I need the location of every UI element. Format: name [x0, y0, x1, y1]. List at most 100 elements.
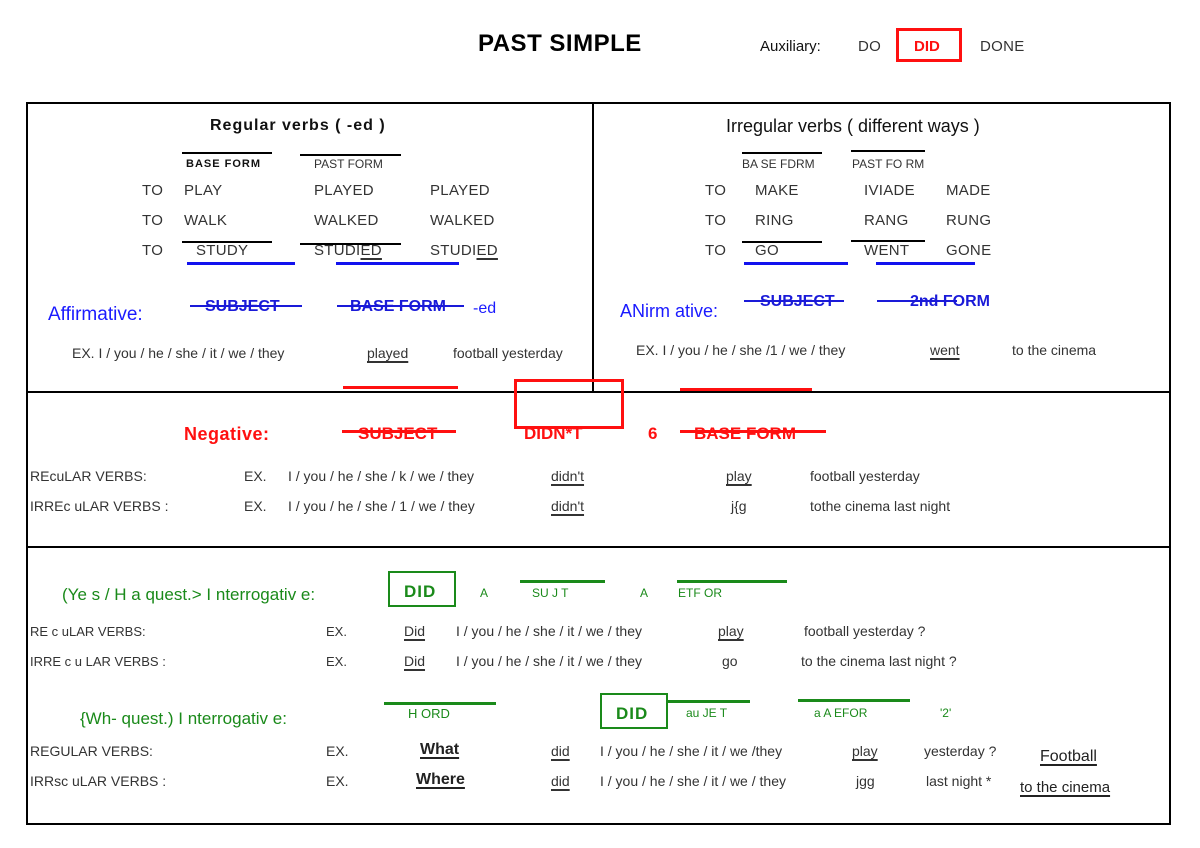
example-verb: played — [367, 345, 409, 361]
subject-overline — [520, 580, 605, 583]
past-form-overline — [300, 154, 401, 156]
rest: tothe cinema last night — [810, 498, 951, 514]
plus-2: A — [640, 586, 649, 600]
base-form-strike — [680, 430, 826, 433]
ex-label: EX. — [244, 498, 267, 514]
aux-verb: Did — [404, 653, 426, 669]
affirmative-label: Affirmative: — [48, 304, 143, 325]
negative-label: Negative: — [184, 424, 270, 444]
main-verb: play — [852, 743, 878, 759]
subject-slot: SU J T — [532, 586, 569, 600]
ex-label: EX. — [244, 468, 267, 484]
wh-word: What — [420, 741, 460, 758]
didnt-highlight-box — [514, 379, 624, 429]
base-verb: PLAY — [184, 182, 223, 199]
past-form-overline — [851, 150, 925, 152]
to-label: TO — [705, 212, 727, 229]
past-verb: STUDIED — [314, 242, 382, 259]
base-verb: WALK — [184, 212, 228, 229]
ex-label: EX. — [326, 654, 347, 669]
ex-label: EX. — [326, 624, 347, 639]
past-verb: IVIADE — [864, 182, 915, 199]
subjects: I / you / he / she / it / we /they — [600, 743, 783, 759]
regular-heading: Regular verbs ( -ed ) — [210, 117, 386, 134]
ex-label: EX. — [326, 743, 349, 759]
form-overline — [677, 580, 787, 583]
participle-verb: STUDIED — [430, 242, 498, 259]
subject-overline — [666, 700, 750, 703]
row-label: IRREc uLAR VERBS : — [30, 498, 169, 514]
main-verb: j{g — [731, 498, 747, 514]
yes-no-label: (Ye s / H a quest.> I nterrogativ e: — [62, 585, 316, 604]
page-title: PAST SIMPLE — [478, 30, 642, 57]
aux-verb: didn't — [551, 498, 585, 514]
subjects: I / you / he / she / it / we / they — [600, 773, 786, 789]
participle-verb: MADE — [946, 182, 991, 199]
past-verb: RANG — [864, 212, 909, 229]
second-form-slot: 2nd FORM — [910, 293, 990, 310]
affirmative-label: ANirm ative: — [620, 301, 719, 321]
rest: yesterday ? — [924, 743, 997, 759]
aux-verb: did — [551, 743, 570, 759]
to-label: TO — [705, 242, 727, 259]
example-rest: to the cinema — [1012, 342, 1097, 358]
past-underline — [336, 262, 459, 265]
past-verb: PLAYED — [314, 182, 374, 199]
subject-slot: au JE T — [686, 706, 728, 720]
base-verb: GO — [755, 242, 779, 259]
subjects: I / you / he / she / 1 / we / they — [288, 498, 475, 514]
subject-strike — [342, 430, 456, 433]
red-bar — [343, 386, 458, 389]
base-underline — [187, 262, 295, 265]
main-verb: jgg — [856, 773, 875, 789]
to-label: TO — [142, 242, 164, 259]
irregular-heading: Irregular verbs ( different ways ) — [726, 116, 980, 136]
wh-label: {Wh- quest.) I nterrogativ e: — [80, 709, 287, 728]
row-label: IRRsc uLAR VERBS : — [30, 773, 167, 789]
subject-strike — [744, 300, 844, 302]
didnt-slot: DIDN*T — [524, 424, 583, 443]
did-aux: DID — [616, 704, 649, 723]
wh-word-overline — [384, 702, 496, 705]
base-verb: MAKE — [755, 182, 799, 199]
rest: football yesterday — [810, 468, 920, 484]
main-verb: go — [722, 653, 738, 669]
subject-slot: SUBJECT — [760, 293, 835, 311]
example-verb: went — [930, 342, 960, 358]
section-divider-2 — [26, 546, 1169, 548]
irregular-col-base: BA SE FDRM — [742, 157, 815, 171]
base-verb: RING — [755, 212, 794, 229]
rest: football yesterday ? — [804, 623, 926, 639]
auxiliary-do: DO — [858, 38, 882, 55]
column-divider — [592, 102, 594, 392]
wh-word-slot: H ORD — [408, 706, 450, 721]
row-label: REcuLAR VERBS: — [30, 468, 147, 484]
base-form-slot: a A EFOR — [814, 706, 868, 720]
irregular-col-past: PAST FO RM — [852, 157, 925, 171]
ex-label: EX. — [326, 773, 349, 789]
regular-col-base: BASE FORM — [186, 158, 261, 170]
participle-verb: PLAYED — [430, 182, 490, 199]
to-label: TO — [705, 182, 727, 199]
connector: 6 — [648, 424, 658, 443]
base-form-slot: BASE FORM — [694, 424, 796, 443]
rest: to the cinema last night ? — [801, 653, 957, 669]
answer: to the cinema — [1020, 779, 1111, 796]
subjects: I / you / he / she / k / we / they — [288, 468, 474, 484]
subjects: I / you / he / she / it / we / they — [456, 623, 642, 639]
base-underline — [744, 262, 848, 265]
row-label: REGULAR VERBS: — [30, 743, 153, 759]
form-overline — [798, 699, 910, 702]
second-form-strike — [877, 300, 957, 302]
subject-slot: SUBJECT — [358, 424, 438, 443]
example-subjects: EX. I / you / he / she /1 / we / they — [636, 342, 846, 358]
red-bar — [680, 388, 812, 391]
to-label: TO — [142, 182, 164, 199]
participle-verb: RUNG — [946, 212, 992, 229]
row-label: RE c uLAR VERBS: — [30, 624, 146, 639]
base-form-overline — [182, 152, 272, 154]
subjects: I / you / he / she / it / we / they — [456, 653, 642, 669]
regular-col-past: PAST FORM — [314, 157, 383, 171]
to-label: TO — [142, 212, 164, 229]
participle-verb: GONE — [946, 242, 992, 259]
